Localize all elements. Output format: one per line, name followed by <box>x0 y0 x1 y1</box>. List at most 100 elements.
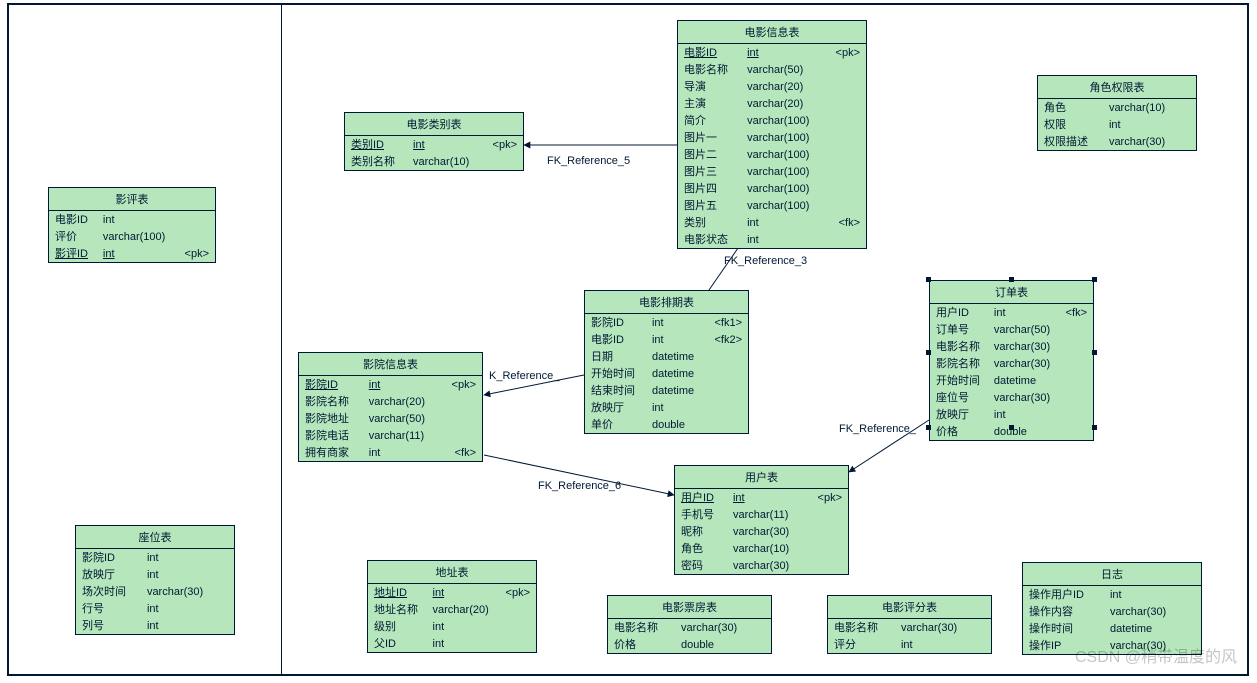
attribute-type: datetime <box>1104 620 1187 637</box>
attribute-name: 电影名称 <box>930 338 988 355</box>
attribute-name: 价格 <box>608 636 675 653</box>
attribute-row: 角色varchar(10) <box>1038 99 1196 116</box>
attribute-name: 操作用户ID <box>1023 586 1104 603</box>
entity-title: 电影评分表 <box>828 596 991 619</box>
attribute-name: 主演 <box>678 95 741 112</box>
attribute-key <box>705 348 748 365</box>
attribute-key <box>176 211 215 228</box>
attribute-key <box>220 566 234 583</box>
attribute-type: datetime <box>646 365 705 382</box>
selection-handle[interactable] <box>1092 425 1097 430</box>
attribute-row: 影院地址varchar(50) <box>299 410 482 427</box>
attribute-row: 操作时间datetime <box>1023 620 1201 637</box>
attribute-type: varchar(30) <box>988 389 1059 406</box>
attribute-name: 订单号 <box>930 321 988 338</box>
attribute-type: varchar(50) <box>363 410 441 427</box>
attribute-key: <pk> <box>440 376 482 393</box>
attribute-type: varchar(30) <box>988 338 1059 355</box>
attribute-key <box>1186 586 1201 603</box>
attribute-row: 操作内容varchar(30) <box>1023 603 1201 620</box>
attribute-type: double <box>646 416 705 433</box>
entity-movie-info[interactable]: 电影信息表 电影IDint<pk>电影名称varchar(50)导演varcha… <box>677 20 867 249</box>
entity-movie-category[interactable]: 电影类别表 类别IDint<pk>类别名称varchar(10) <box>344 112 524 171</box>
entity-boxoffice[interactable]: 电影票房表 电影名称varchar(30)价格double <box>607 595 772 654</box>
entity-order[interactable]: 订单表 用户IDint<fk>订单号varchar(50)电影名称varchar… <box>929 280 1094 441</box>
attribute-key <box>1058 423 1093 440</box>
attribute-type: varchar(20) <box>363 393 441 410</box>
attribute-type: int <box>97 245 176 262</box>
attribute-row: 图片三varchar(100) <box>678 163 866 180</box>
entity-user[interactable]: 用户表 用户IDint<pk>手机号varchar(11)昵称varchar(3… <box>674 465 849 575</box>
attribute-key <box>825 78 866 95</box>
attribute-key <box>825 129 866 146</box>
attribute-type: datetime <box>646 382 705 399</box>
entity-title: 日志 <box>1023 563 1201 586</box>
attribute-type: varchar(50) <box>741 61 825 78</box>
attribute-row: 日期datetime <box>585 348 748 365</box>
attribute-key <box>825 180 866 197</box>
attribute-row: 操作用户IDint <box>1023 586 1201 603</box>
attribute-key <box>1182 99 1196 116</box>
attribute-name: 简介 <box>678 112 741 129</box>
attribute-key <box>825 197 866 214</box>
attribute-key: <fk2> <box>705 331 748 348</box>
attribute-key <box>220 617 234 634</box>
entity-role-perm[interactable]: 角色权限表 角色varchar(10)权限int权限描述varchar(30) <box>1037 75 1197 151</box>
attribute-type: varchar(20) <box>741 95 825 112</box>
entity-cinema[interactable]: 影院信息表 影院IDint<pk>影院名称varchar(20)影院地址varc… <box>298 352 483 462</box>
attribute-name: 影院地址 <box>299 410 363 427</box>
selection-handle[interactable] <box>1009 425 1014 430</box>
entity-rating[interactable]: 电影评分表 电影名称varchar(30)评分int <box>827 595 992 654</box>
attribute-type: varchar(30) <box>727 557 806 574</box>
attribute-name: 导演 <box>678 78 741 95</box>
entity-seat[interactable]: 座位表 影院IDint放映厅int场次时间varchar(30)行号int列号i… <box>75 525 235 635</box>
attribute-type: varchar(30) <box>988 355 1059 372</box>
attribute-name: 行号 <box>76 600 141 617</box>
entity-schedule[interactable]: 电影排期表 影院IDint<fk1>电影IDint<fk2>日期datetime… <box>584 290 749 434</box>
entity-address[interactable]: 地址表 地址IDint<pk>地址名称varchar(20)级别int父IDin… <box>367 560 537 653</box>
attribute-type: int <box>363 444 441 461</box>
attribute-key <box>825 146 866 163</box>
attribute-key <box>220 549 234 566</box>
attribute-row: 开始时间datetime <box>585 365 748 382</box>
attribute-row: 地址名称varchar(20) <box>368 601 536 618</box>
attribute-row: 用户IDint<pk> <box>675 489 848 506</box>
attribute-key <box>806 540 848 557</box>
watermark: CSDN @稍带温度的风 <box>1075 643 1237 667</box>
attribute-row: 价格double <box>608 636 771 653</box>
attribute-name: 图片二 <box>678 146 741 163</box>
attribute-row: 电影IDint <box>49 211 215 228</box>
selection-handle[interactable] <box>926 277 931 282</box>
attribute-name: 放映厅 <box>76 566 141 583</box>
attribute-name: 密码 <box>675 557 727 574</box>
ref-label-6: FK_Reference_6 <box>538 480 621 492</box>
selection-handle[interactable] <box>926 350 931 355</box>
attribute-row: 角色varchar(10) <box>675 540 848 557</box>
attribute-key: <pk> <box>176 245 215 262</box>
attribute-type: int <box>407 136 483 153</box>
attribute-key <box>705 399 748 416</box>
selection-handle[interactable] <box>1092 350 1097 355</box>
attribute-type: int <box>141 566 220 583</box>
attribute-name: 放映厅 <box>930 406 988 423</box>
attribute-key <box>1058 372 1093 389</box>
attribute-name: 影院名称 <box>299 393 363 410</box>
attribute-row: 影评IDint<pk> <box>49 245 215 262</box>
attribute-type: int <box>988 406 1059 423</box>
attribute-row: 简介varchar(100) <box>678 112 866 129</box>
attribute-key: <pk> <box>483 136 523 153</box>
attribute-key <box>977 619 991 636</box>
selection-handle[interactable] <box>1009 277 1014 282</box>
selection-handle[interactable] <box>926 425 931 430</box>
attribute-key <box>806 557 848 574</box>
selection-handle[interactable] <box>1092 277 1097 282</box>
attribute-name: 评价 <box>49 228 97 245</box>
attribute-key <box>705 382 748 399</box>
attribute-type: varchar(11) <box>363 427 441 444</box>
attribute-name: 电影名称 <box>608 619 675 636</box>
entity-review[interactable]: 影评表 电影IDint评价varchar(100)影评IDint<pk> <box>48 187 216 263</box>
attribute-type: varchar(100) <box>741 112 825 129</box>
attribute-key <box>825 95 866 112</box>
attribute-name: 手机号 <box>675 506 727 523</box>
entity-log[interactable]: 日志 操作用户IDint操作内容varchar(30)操作时间datetime 操… <box>1022 562 1202 655</box>
